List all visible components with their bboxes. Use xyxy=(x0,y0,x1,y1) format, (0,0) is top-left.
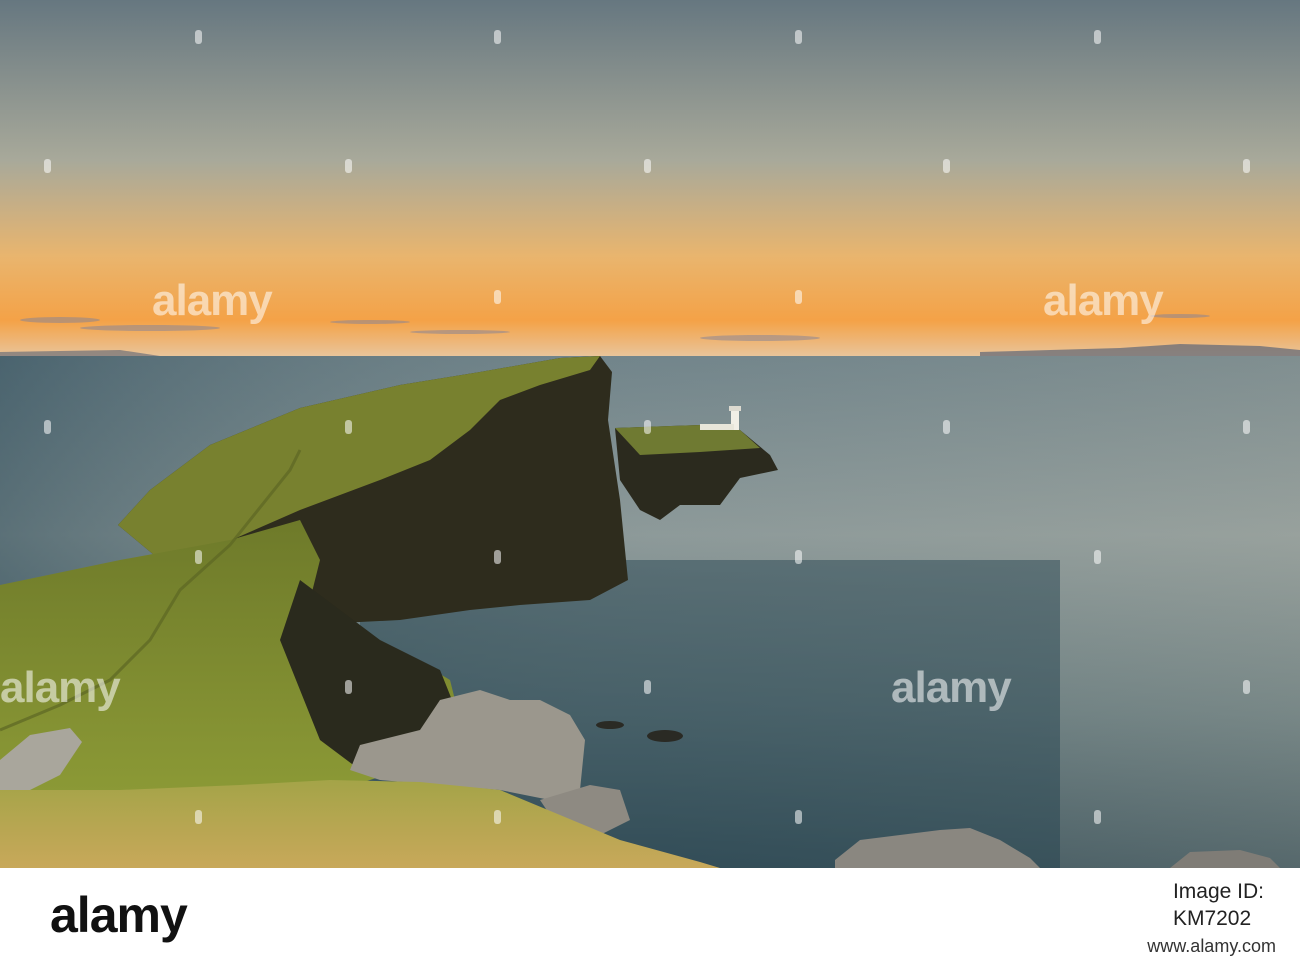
sky xyxy=(0,0,1300,356)
image-id-value: KM7202 xyxy=(1172,907,1252,930)
coastal-scene xyxy=(0,0,1300,868)
footer-bar: alamy Image ID: KM7202 www.alamy.com xyxy=(0,868,1300,957)
image-id-block: Image ID: KM7202 xyxy=(1173,880,1264,931)
image-id-label: Image ID: xyxy=(1172,880,1264,903)
alamy-logo[interactable]: alamy xyxy=(50,886,188,944)
site-url-link[interactable]: www.alamy.com xyxy=(1147,936,1276,957)
landscape-photo: alamy alamy alamy alamy xyxy=(0,0,1300,868)
